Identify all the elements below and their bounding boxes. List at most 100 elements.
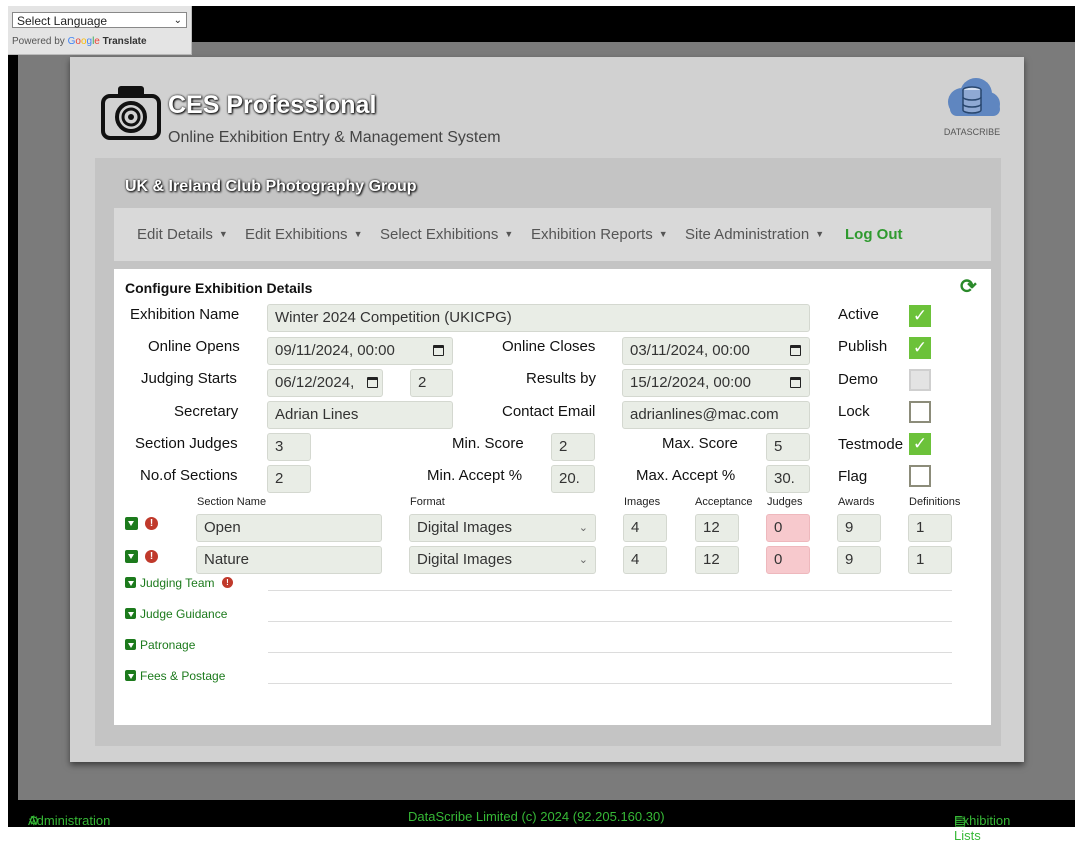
- judging-days-input[interactable]: 2: [410, 369, 453, 397]
- judges-input[interactable]: 0: [766, 546, 810, 574]
- label-min-accept: Min. Accept %: [427, 467, 523, 484]
- judging-starts-input[interactable]: 06/12/2024,: [267, 369, 383, 397]
- section-name-input[interactable]: Nature: [196, 546, 382, 574]
- online-closes-input[interactable]: 03/11/2024, 00:00: [622, 337, 810, 365]
- translate-word: Translate: [102, 36, 147, 47]
- accordion-judge-guidance[interactable]: Judge Guidance: [140, 607, 227, 621]
- organisation-name: UK & Ireland Club Photography Group: [125, 178, 417, 195]
- online-opens-input[interactable]: 09/11/2024, 00:00: [267, 337, 453, 365]
- chevron-down-icon: ⌄: [173, 15, 182, 26]
- label-max-accept: Max. Accept %: [636, 467, 736, 484]
- nav-site-administration[interactable]: Site Administration ▼: [685, 226, 824, 243]
- awards-input[interactable]: 9: [837, 514, 881, 542]
- label-online-opens: Online Opens: [148, 338, 240, 355]
- min-accept-input[interactable]: 20.: [551, 465, 595, 493]
- main-nav: Edit Details ▼ Edit Exhibitions ▼ Select E…: [114, 208, 991, 261]
- powered-by-google: Powered by Google Translate: [12, 36, 147, 47]
- flag-checkbox[interactable]: [909, 465, 931, 487]
- active-checkbox[interactable]: ✓: [909, 305, 931, 327]
- footer-left-label: Administration: [28, 813, 111, 828]
- label-min-score: Min. Score: [452, 435, 524, 452]
- acceptance-input[interactable]: 12: [695, 546, 739, 574]
- label-online-closes: Online Closes: [502, 338, 596, 355]
- google-logo: Google: [67, 36, 100, 47]
- refresh-icon[interactable]: ⟳: [960, 274, 977, 299]
- caret-down-icon: ▼: [218, 229, 228, 239]
- col-awards: Awards: [838, 496, 875, 508]
- label-contact-email: Contact Email: [502, 403, 596, 420]
- judges-input[interactable]: 0: [766, 514, 810, 542]
- camera-icon: [101, 86, 161, 140]
- secretary-input[interactable]: Adrian Lines: [267, 401, 453, 429]
- nav-label: Edit Exhibitions: [245, 226, 348, 243]
- language-select-label: Select Language: [17, 14, 108, 28]
- judging-starts-value: 06/12/2024,: [275, 374, 355, 391]
- label-max-score: Max. Score: [662, 435, 738, 452]
- expand-icon[interactable]: [125, 639, 136, 650]
- results-by-input[interactable]: 15/12/2024, 00:00: [622, 369, 810, 397]
- footer: ⚙ Administration DataScribe Limited (c) …: [8, 805, 1075, 843]
- error-icon: !: [222, 577, 233, 588]
- min-score-input[interactable]: 2: [551, 433, 595, 461]
- exhibition-name-input[interactable]: Winter 2024 Competition (UKICPG): [267, 304, 810, 332]
- format-select[interactable]: Digital Images ⌄: [409, 546, 596, 574]
- definitions-input[interactable]: 1: [908, 514, 952, 542]
- contact-email-input[interactable]: adrianlines@mac.com: [622, 401, 810, 429]
- section-name-input[interactable]: Open: [196, 514, 382, 542]
- google-translate-widget: Select Language ⌄ Powered by Google Tran…: [8, 6, 192, 55]
- expand-icon[interactable]: [125, 670, 136, 681]
- max-accept-input[interactable]: 30.: [766, 465, 810, 493]
- nav-edit-details[interactable]: Edit Details ▼: [137, 226, 228, 243]
- expand-section-icon[interactable]: [125, 517, 138, 530]
- accordion-fees-postage[interactable]: Fees & Postage: [140, 669, 225, 683]
- caret-down-icon: ▼: [658, 229, 668, 239]
- nav-edit-exhibitions[interactable]: Edit Exhibitions ▼: [245, 226, 362, 243]
- datascribe-logo: DATASCRIBE: [940, 74, 1004, 137]
- accordion-judging-team[interactable]: Judging Team: [140, 576, 215, 590]
- acceptance-input[interactable]: 12: [695, 514, 739, 542]
- expand-icon[interactable]: [125, 608, 136, 619]
- nav-exhibition-reports[interactable]: Exhibition Reports ▼: [531, 226, 668, 243]
- divider: [268, 590, 952, 591]
- section-judges-input[interactable]: 3: [267, 433, 311, 461]
- definitions-input[interactable]: 1: [908, 546, 952, 574]
- demo-checkbox[interactable]: [909, 369, 931, 391]
- images-input[interactable]: 4: [623, 514, 667, 542]
- images-input[interactable]: 4: [623, 546, 667, 574]
- col-judges: Judges: [767, 496, 803, 508]
- testmode-checkbox[interactable]: ✓: [909, 433, 931, 455]
- divider: [268, 652, 952, 653]
- no-of-sections-input[interactable]: 2: [267, 465, 311, 493]
- cloud-database-icon: [948, 78, 1000, 116]
- label-results-by: Results by: [526, 370, 597, 387]
- logout-link[interactable]: Log Out: [845, 226, 902, 243]
- label-lock: Lock: [838, 403, 870, 420]
- calendar-icon[interactable]: [790, 377, 801, 388]
- calendar-icon[interactable]: [433, 345, 444, 356]
- app-title: CES Professional: [168, 91, 377, 119]
- nav-select-exhibitions[interactable]: Select Exhibitions ▼: [380, 226, 513, 243]
- footer-copyright: DataScribe Limited (c) 2024 (92.205.160.…: [408, 809, 665, 824]
- accordion-patronage[interactable]: Patronage: [140, 638, 195, 652]
- label-no-of-sections: No.of Sections: [140, 467, 238, 484]
- online-opens-value: 09/11/2024, 00:00: [275, 342, 395, 359]
- calendar-icon[interactable]: [367, 377, 378, 388]
- logo-text: DATASCRIBE: [943, 127, 1001, 137]
- lock-checkbox[interactable]: [909, 401, 931, 423]
- chevron-down-icon: ⌄: [578, 522, 588, 534]
- chevron-down-icon: ⌄: [578, 554, 588, 566]
- publish-checkbox[interactable]: ✓: [909, 337, 931, 359]
- label-active: Active: [838, 306, 879, 323]
- powered-by-text: Powered by: [12, 36, 65, 47]
- awards-input[interactable]: 9: [837, 546, 881, 574]
- col-section-name: Section Name: [197, 496, 267, 508]
- format-select[interactable]: Digital Images ⌄: [409, 514, 596, 542]
- expand-icon[interactable]: [125, 577, 136, 588]
- nav-label: Exhibition Reports: [531, 226, 653, 243]
- expand-section-icon[interactable]: [125, 550, 138, 563]
- calendar-icon[interactable]: [790, 345, 801, 356]
- language-select[interactable]: Select Language ⌄: [12, 12, 187, 28]
- divider: [268, 683, 952, 684]
- results-by-value: 15/12/2024, 00:00: [630, 374, 751, 391]
- max-score-input[interactable]: 5: [766, 433, 810, 461]
